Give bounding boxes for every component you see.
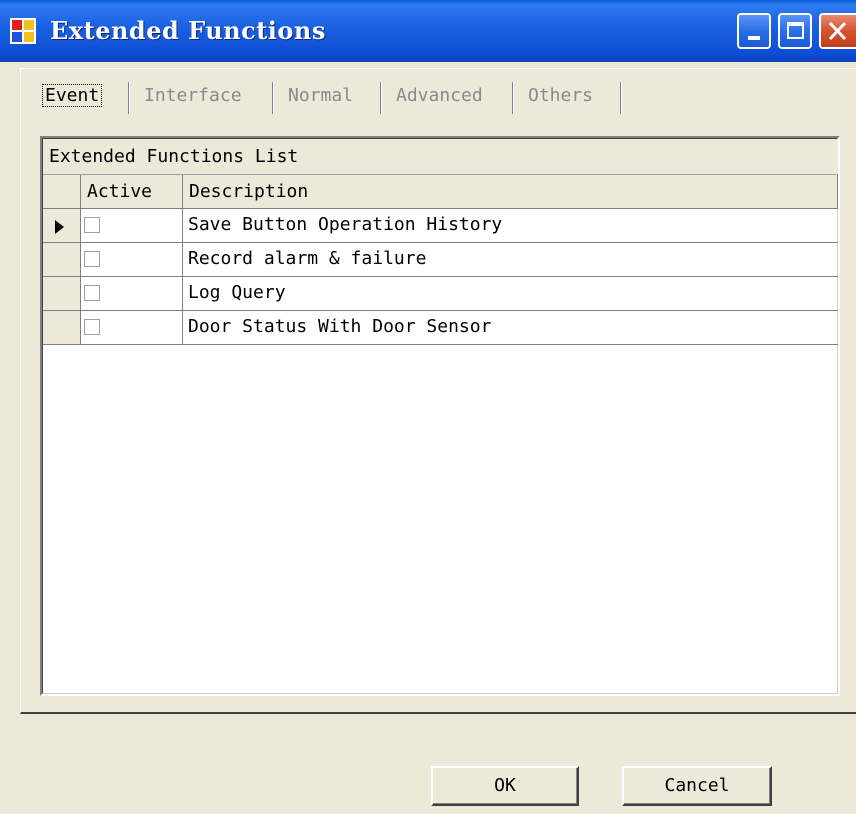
table-row[interactable]: Record alarm & failure (43, 243, 838, 277)
maximize-icon (787, 22, 804, 39)
tab-interface[interactable]: Interface (144, 78, 242, 114)
ok-button[interactable]: OK (431, 766, 579, 806)
description-cell[interactable]: Log Query (183, 277, 838, 311)
tab-event-label: Event (42, 84, 103, 107)
active-checkbox[interactable] (84, 251, 100, 267)
tab-others-label: Others (528, 85, 594, 106)
row-header[interactable] (43, 311, 81, 345)
maximize-button[interactable] (778, 13, 812, 49)
row-header[interactable] (43, 277, 81, 311)
active-cell[interactable] (81, 311, 183, 345)
tab-event[interactable]: Event (42, 78, 103, 114)
tab-normal[interactable]: Normal (288, 78, 353, 114)
active-cell[interactable] (81, 209, 183, 243)
tab-divider (128, 82, 130, 114)
tab-divider (380, 82, 382, 114)
tab-divider (620, 82, 622, 114)
grid-inner: Extended Functions List Active Descripti… (42, 138, 838, 694)
active-cell[interactable] (81, 277, 183, 311)
row-header[interactable] (43, 243, 81, 277)
description-cell[interactable]: Door Status With Door Sensor (183, 311, 838, 345)
tab-advanced-label: Advanced (396, 85, 483, 106)
cancel-button[interactable]: Cancel (622, 766, 772, 806)
close-icon (828, 21, 847, 41)
active-checkbox[interactable] (84, 285, 100, 301)
row-header-corner (43, 175, 81, 209)
table-row[interactable]: Door Status With Door Sensor (43, 311, 838, 345)
active-cell[interactable] (81, 243, 183, 277)
current-row-arrow-icon (55, 220, 64, 234)
table-row[interactable]: Log Query (43, 277, 838, 311)
minimize-button[interactable] (737, 13, 771, 49)
column-header-active[interactable]: Active (81, 175, 183, 209)
app-window-icon (10, 18, 36, 44)
grid-caption: Extended Functions List (43, 139, 838, 175)
active-checkbox[interactable] (84, 319, 100, 335)
minimize-icon (748, 36, 760, 40)
extended-functions-grid[interactable]: Extended Functions List Active Descripti… (40, 136, 840, 696)
description-cell[interactable]: Record alarm & failure (183, 243, 838, 277)
tab-interface-label: Interface (144, 85, 242, 106)
tab-others[interactable]: Others (528, 78, 593, 114)
tab-divider (272, 82, 274, 114)
active-checkbox[interactable] (84, 217, 100, 233)
table-row[interactable]: Save Button Operation History (43, 209, 838, 243)
tab-normal-label: Normal (288, 85, 354, 106)
window-title: Extended Functions (50, 16, 326, 45)
description-cell[interactable]: Save Button Operation History (183, 209, 838, 243)
tab-divider (512, 82, 514, 114)
title-bar[interactable]: Extended Functions (0, 0, 856, 62)
row-header[interactable] (43, 209, 81, 243)
tab-advanced[interactable]: Advanced (396, 78, 483, 114)
close-button[interactable] (819, 13, 856, 49)
column-header-description[interactable]: Description (183, 175, 838, 209)
